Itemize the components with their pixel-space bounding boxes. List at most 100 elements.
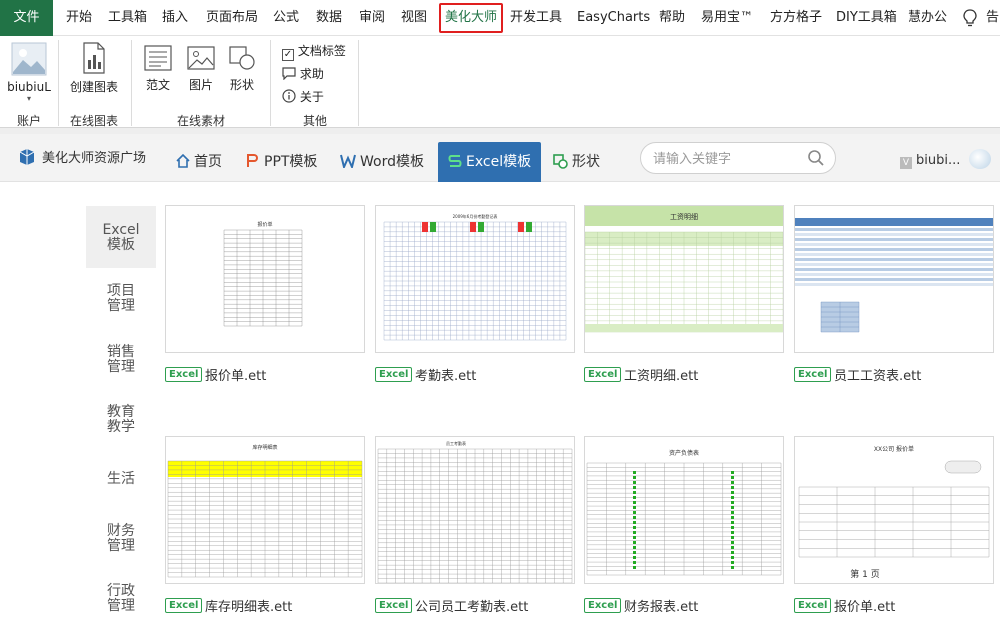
template-thumbnail[interactable]: 工资明细 [584,205,784,353]
about-label: 关于 [299,90,324,104]
tab-home[interactable]: 开始 [66,0,92,36]
tab-help[interactable]: 帮助 [659,0,685,36]
tab-diy-toolbox[interactable]: DIY工具箱 [836,0,897,36]
search-input[interactable] [653,149,803,169]
resource-plaza-logo[interactable]: 美化大师资源广场 [18,147,146,166]
spreadsheet-preview-image [795,218,993,333]
category-line1: 销售 [107,344,135,360]
category-project-management[interactable]: 项目 管理 [86,284,156,314]
template-thumbnail[interactable]: 报价单 [165,205,365,353]
doc-tab-checkbox[interactable]: ✓ 文档标签 [282,42,346,61]
account-label: biubiuL [7,80,51,94]
excel-badge: Excel [584,367,622,382]
shape-button[interactable]: 形状 [224,44,260,93]
ribbon-body: biubiuL ▾ 账户 创建图表 在线图表 范文 图片 形状 在线素材 ✓ 文… [0,36,1000,128]
doc-tab-label: 文档标签 [297,44,346,58]
user-menu[interactable]: Vbiubi... [900,149,991,169]
tab-toolbox[interactable]: 工具箱 [108,0,147,36]
tab-page-layout[interactable]: 页面布局 [206,0,258,36]
tab-label: 首页 [194,154,222,170]
tab-ppt-templates[interactable]: PPT模板 [246,142,317,182]
sample-button[interactable]: 范文 [140,44,176,93]
preview-title: XX公司 报价单 [874,445,914,453]
category-education[interactable]: 教育 教学 [86,405,156,435]
template-name[interactable]: 库存明细表.ett [205,596,292,615]
search-icon[interactable] [807,149,825,167]
excel-badge: Excel [794,367,832,382]
template-name[interactable]: 报价单.ett [834,596,895,615]
preview-title: 员工考勤表 [446,440,466,446]
tab-excel-templates[interactable]: Excel模板 [438,142,542,182]
preview-title: 库存明细表 [252,444,277,451]
group-label-online-chart: 在线图表 [69,114,118,128]
ribbon-tab-bar: 文件 开始 工具箱 插入 页面布局 公式 数据 审阅 视图 美化大师 开发工具 … [0,0,1000,36]
tab-tell-me[interactable]: 告 [986,0,1000,36]
preview-title: 报价单 [257,221,272,228]
template-thumbnail[interactable]: 库存明细表 [165,436,365,584]
about-button[interactable]: 关于 [282,88,324,105]
template-thumbnail[interactable]: 员工考勤表 [375,436,575,584]
tab-shapes[interactable]: 形状 [552,142,600,182]
tab-review[interactable]: 审阅 [359,0,385,36]
template-thumbnail[interactable]: XX公司 报价单第 1 页 [794,436,994,584]
lightbulb-icon[interactable] [962,0,980,36]
excel-icon [448,155,462,167]
tab-easycharts[interactable]: EasyCharts [577,0,650,36]
group-label-other: 其他 [302,114,327,128]
category-line1: 财务 [107,523,135,539]
tab-fangfang[interactable]: 方方格子 [770,0,822,36]
template-name[interactable]: 考勤表.ett [415,365,476,384]
tab-huibangong[interactable]: 慧办公 [908,0,947,36]
category-line1: 行政 [107,583,135,599]
tab-file[interactable]: 文件 [0,0,53,36]
user-avatar [968,149,991,169]
tab-yiyongbao[interactable]: 易用宝™ [701,0,753,36]
picture-button[interactable]: 图片 [183,44,219,93]
resource-panel-header: 美化大师资源广场 首页 PPT模板 Word模板 Excel模板 形状 Vbiu… [0,134,1000,182]
spreadsheet-preview-image: 库存明细表 [167,444,363,578]
template-name[interactable]: 报价单.ett [205,365,266,384]
spreadsheet-preview-image: 员工考勤表 [377,440,573,583]
search-box [640,142,836,174]
category-life[interactable]: 生活 [86,472,156,487]
tab-view[interactable]: 视图 [401,0,427,36]
avatar [11,42,47,76]
category-line2: 管理 [107,359,135,375]
chevron-down-icon: ▾ [26,94,31,103]
template-thumbnail[interactable] [794,205,994,353]
account-button[interactable]: biubiuL ▾ [6,42,52,104]
category-excel-templates[interactable]: Excel 模板 [86,206,156,268]
template-thumbnail[interactable]: 2009年6月份考勤登记表 [375,205,575,353]
chart-doc-icon [83,42,105,74]
tab-label: PPT模板 [264,154,318,170]
tab-data[interactable]: 数据 [316,0,342,36]
create-chart-label: 创建图表 [69,80,118,94]
template-name[interactable]: 员工工资表.ett [834,365,921,384]
tab-beautify-master[interactable]: 美化大师 [439,3,504,33]
template-name[interactable]: 公司员工考勤表.ett [415,596,528,615]
template-name[interactable]: 财务报表.ett [624,596,698,615]
category-sales-management[interactable]: 销售 管理 [86,345,156,375]
spreadsheet-preview-image: 报价单 [223,221,303,327]
create-chart-button[interactable]: 创建图表 [64,42,124,95]
category-admin-management[interactable]: 行政 管理 [86,584,156,614]
word-icon [340,154,356,171]
brand-logo-icon [19,149,35,165]
template-name[interactable]: 工资明细.ett [624,365,698,384]
template-thumbnail[interactable]: 资产负债表 [584,436,784,584]
preview-title: 2009年6月份考勤登记表 [453,213,498,219]
excel-badge: Excel [165,598,203,613]
tab-insert[interactable]: 插入 [162,0,188,36]
category-line2: 管理 [107,298,135,314]
category-finance-management[interactable]: 财务 管理 [86,524,156,554]
tab-home-page[interactable]: 首页 [176,142,222,182]
tab-formulas[interactable]: 公式 [273,0,299,36]
user-name: biubi... [916,153,961,168]
category-line1: 生活 [107,471,135,487]
tab-word-templates[interactable]: Word模板 [340,142,424,182]
spreadsheet-preview-image: 2009年6月份考勤登记表 [383,213,567,341]
excel-badge: Excel [584,598,622,613]
tab-developer[interactable]: 开发工具 [510,0,562,36]
category-line2: 管理 [107,598,135,614]
help-button[interactable]: 求助 [282,65,324,82]
